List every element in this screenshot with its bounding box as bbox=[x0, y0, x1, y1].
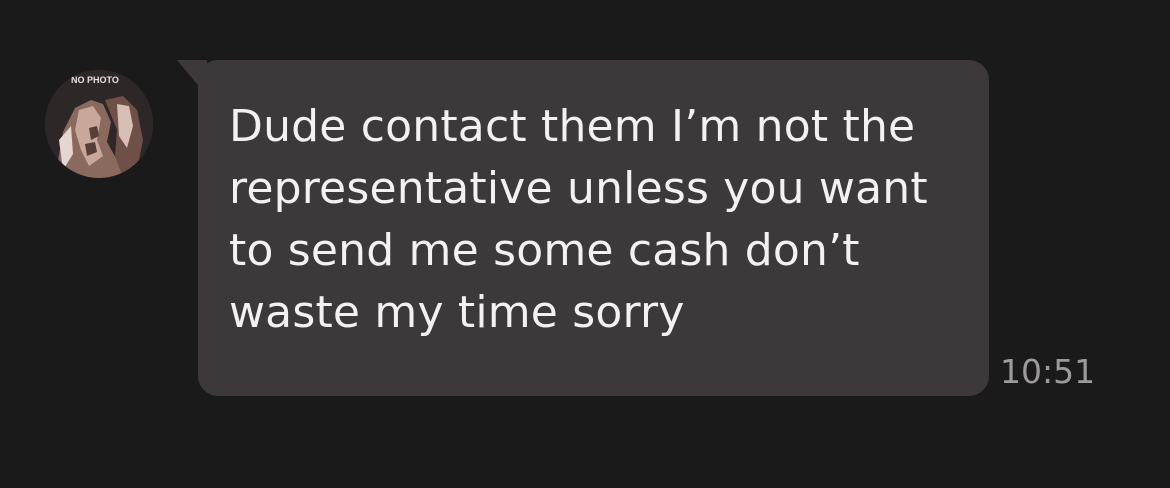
message-bubble[interactable]: Dude contact them I’m not the representa… bbox=[198, 60, 989, 396]
sender-avatar[interactable]: NO PHOTO bbox=[45, 70, 153, 178]
message-text: Dude contact them I’m not the representa… bbox=[229, 101, 928, 338]
profile-photo-icon: NO PHOTO bbox=[45, 70, 153, 178]
message-timestamp: 10:51 bbox=[1000, 352, 1096, 391]
avatar-placeholder-label: NO PHOTO bbox=[71, 75, 119, 85]
